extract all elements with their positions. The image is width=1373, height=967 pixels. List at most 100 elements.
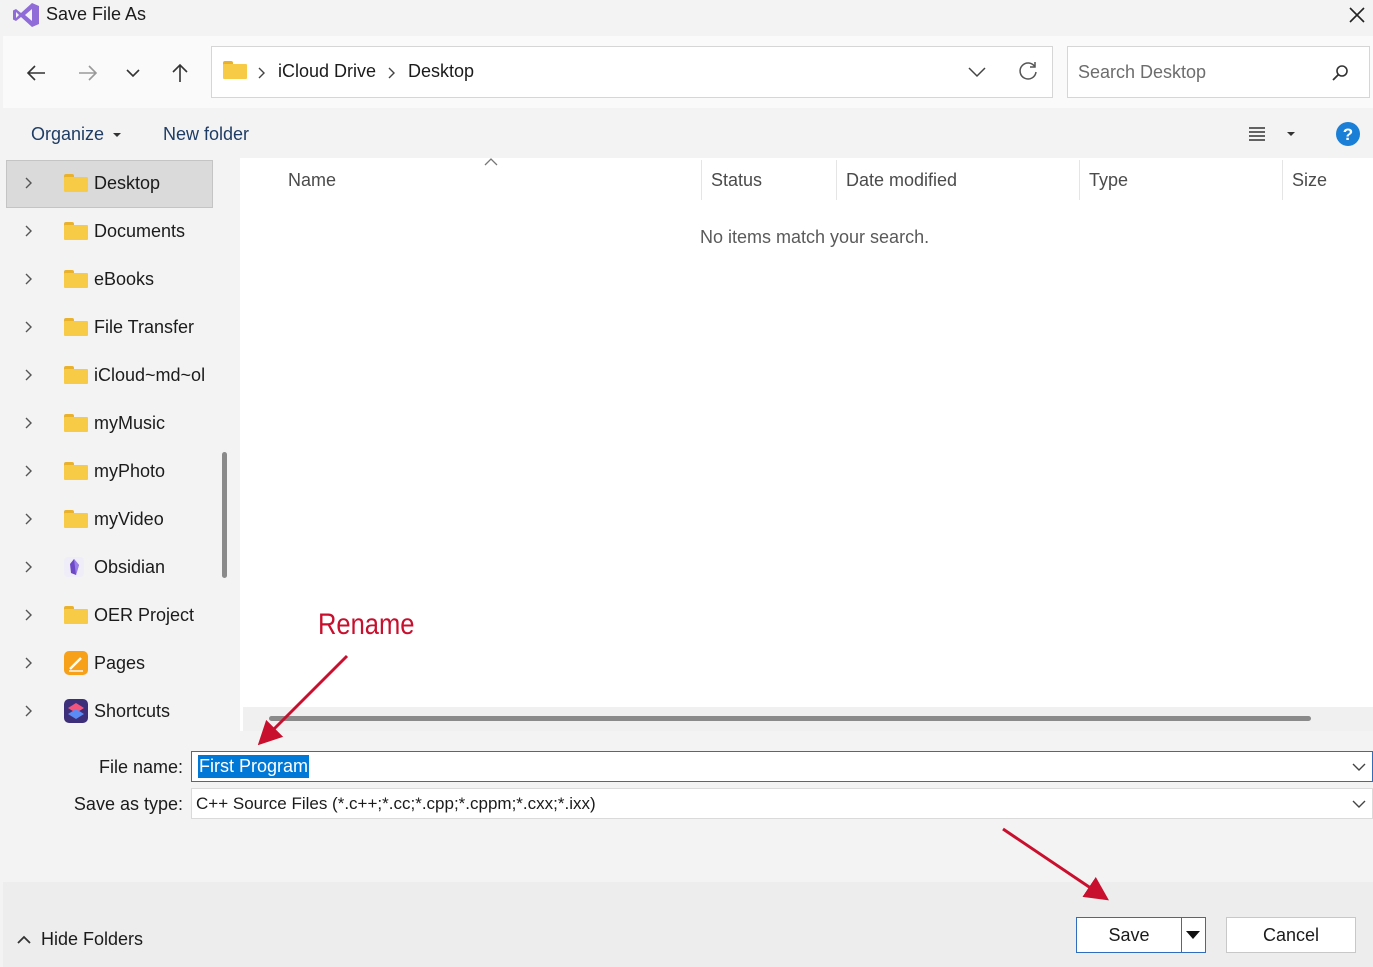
- chevron-right-icon[interactable]: [23, 512, 53, 526]
- svg-text:?: ?: [1343, 125, 1353, 144]
- forward-arrow-icon: [79, 65, 98, 81]
- sidebar-item-myvideo[interactable]: myVideo: [3, 496, 210, 542]
- chevron-right-icon[interactable]: [23, 272, 53, 286]
- shortcuts-icon: [64, 699, 90, 723]
- help-icon[interactable]: ?: [1335, 121, 1361, 147]
- cancel-button[interactable]: Cancel: [1226, 917, 1356, 953]
- sort-ascending-icon: [484, 158, 498, 166]
- sidebar-item-file-transfer[interactable]: File Transfer: [3, 304, 210, 350]
- sidebar-item-label: eBooks: [94, 268, 155, 289]
- chevron-right-icon[interactable]: [23, 320, 53, 334]
- chevron-down-icon[interactable]: [1352, 762, 1366, 772]
- file-name-value[interactable]: First Program: [198, 755, 310, 778]
- column-header-size[interactable]: Size: [1292, 170, 1327, 191]
- save-as-type-label: Save as type:: [73, 794, 183, 814]
- column-divider[interactable]: [701, 160, 702, 200]
- forward-button[interactable]: [71, 56, 105, 90]
- folder-icon: [64, 605, 90, 625]
- up-button[interactable]: [163, 56, 197, 90]
- address-bar[interactable]: iCloud Drive Desktop: [211, 46, 1053, 98]
- sidebar-item-ebooks[interactable]: eBooks: [3, 256, 210, 302]
- breadcrumb-desktop[interactable]: Desktop: [408, 61, 474, 82]
- rename-annotation: Rename: [318, 608, 415, 641]
- sidebar-item-desktop[interactable]: Desktop: [3, 160, 210, 206]
- folder-icon: [64, 269, 90, 289]
- chevron-right-icon[interactable]: [23, 368, 53, 382]
- chevron-down-icon: [126, 69, 140, 78]
- column-header-type[interactable]: Type: [1089, 170, 1128, 191]
- chevron-right-icon[interactable]: [23, 608, 53, 622]
- organize-button[interactable]: Organize: [31, 124, 124, 145]
- sidebar-item-label: Pages: [94, 652, 146, 673]
- save-as-type-value: C++ Source Files (*.c++;*.cc;*.cpp;*.cpp…: [196, 794, 596, 813]
- folder-icon: [64, 317, 90, 337]
- save-button[interactable]: Save: [1076, 917, 1206, 953]
- file-name-field[interactable]: First Program: [191, 751, 1373, 782]
- sidebar-item-label: Obsidian: [94, 556, 166, 577]
- chevron-right-icon[interactable]: [23, 704, 53, 718]
- sidebar-item-oer-project[interactable]: OER Project: [3, 592, 210, 638]
- chevron-up-icon: [17, 935, 31, 944]
- chevron-right-icon: [388, 67, 395, 79]
- title-bar: [0, 0, 1373, 34]
- back-arrow-icon: [26, 65, 45, 81]
- view-options-button[interactable]: [1247, 122, 1297, 146]
- chevron-right-icon[interactable]: [23, 416, 53, 430]
- folder-icon: [64, 509, 90, 529]
- column-header-name[interactable]: Name: [288, 170, 336, 191]
- sidebar-item-documents[interactable]: Documents: [3, 208, 210, 254]
- column-header-status[interactable]: Status: [711, 170, 762, 191]
- sidebar-item-myphoto[interactable]: myPhoto: [3, 448, 210, 494]
- file-name-label: File name:: [98, 757, 183, 777]
- chevron-right-icon[interactable]: [23, 560, 53, 574]
- sidebar-scrollbar[interactable]: [222, 452, 227, 578]
- obsidian-icon: [64, 557, 90, 577]
- search-icon[interactable]: [1330, 63, 1350, 83]
- breadcrumb-icloud-drive[interactable]: iCloud Drive: [278, 61, 376, 82]
- pages-icon: [64, 651, 90, 675]
- recent-locations-button[interactable]: [116, 56, 150, 90]
- folder-icon: [64, 365, 90, 385]
- up-arrow-icon: [172, 63, 188, 82]
- horizontal-scrollbar[interactable]: [269, 716, 1311, 721]
- empty-message: No items match your search.: [700, 227, 930, 247]
- column-divider[interactable]: [1079, 160, 1080, 200]
- address-dropdown-icon[interactable]: [968, 65, 986, 79]
- folder-icon: [64, 461, 90, 481]
- chevron-right-icon[interactable]: [23, 176, 53, 190]
- chevron-right-icon[interactable]: [23, 224, 53, 238]
- save-as-type-select[interactable]: C++ Source Files (*.c++;*.cc;*.cpp;*.cpp…: [191, 788, 1373, 819]
- folder-icon: [223, 61, 247, 79]
- hide-folders-label: Hide Folders: [41, 929, 144, 949]
- hide-folders-button[interactable]: Hide Folders: [17, 929, 143, 950]
- sidebar-item-label: Documents: [94, 220, 186, 241]
- sidebar-item-label: Shortcuts: [94, 700, 171, 721]
- sidebar-item-label: myMusic: [94, 412, 165, 433]
- column-header-date-modified[interactable]: Date modified: [846, 170, 957, 191]
- sidebar-item-shortcuts[interactable]: Shortcuts: [3, 688, 210, 734]
- sidebar-item-label: File Transfer: [94, 316, 195, 337]
- search-input[interactable]: Search Desktop: [1067, 46, 1370, 98]
- new-folder-button[interactable]: New folder: [163, 124, 249, 145]
- sidebar-item-mymusic[interactable]: myMusic: [3, 400, 210, 446]
- chevron-down-icon: [1352, 800, 1366, 808]
- sidebar-item-obsidian[interactable]: Obsidian: [3, 544, 210, 590]
- caret-down-icon: [1286, 132, 1295, 136]
- sidebar-item-icloud-md-ol[interactable]: iCloud~md~ol: [3, 352, 210, 398]
- back-button[interactable]: [19, 56, 53, 90]
- sidebar-item-pages[interactable]: Pages: [3, 640, 210, 686]
- column-divider[interactable]: [836, 160, 837, 200]
- refresh-icon[interactable]: [1017, 60, 1039, 82]
- organize-label: Organize: [31, 124, 105, 144]
- save-dropdown-icon[interactable]: [1185, 930, 1201, 940]
- save-label: Save: [1108, 924, 1150, 945]
- close-button[interactable]: [1340, 0, 1373, 30]
- chevron-right-icon: [258, 67, 265, 79]
- folder-icon: [64, 413, 90, 433]
- chevron-right-icon[interactable]: [23, 464, 53, 478]
- chevron-right-icon[interactable]: [23, 656, 53, 670]
- column-divider[interactable]: [1282, 160, 1283, 200]
- window-title: Save File As: [46, 4, 147, 24]
- list-view-icon: [1249, 127, 1265, 141]
- close-icon: [1348, 7, 1365, 23]
